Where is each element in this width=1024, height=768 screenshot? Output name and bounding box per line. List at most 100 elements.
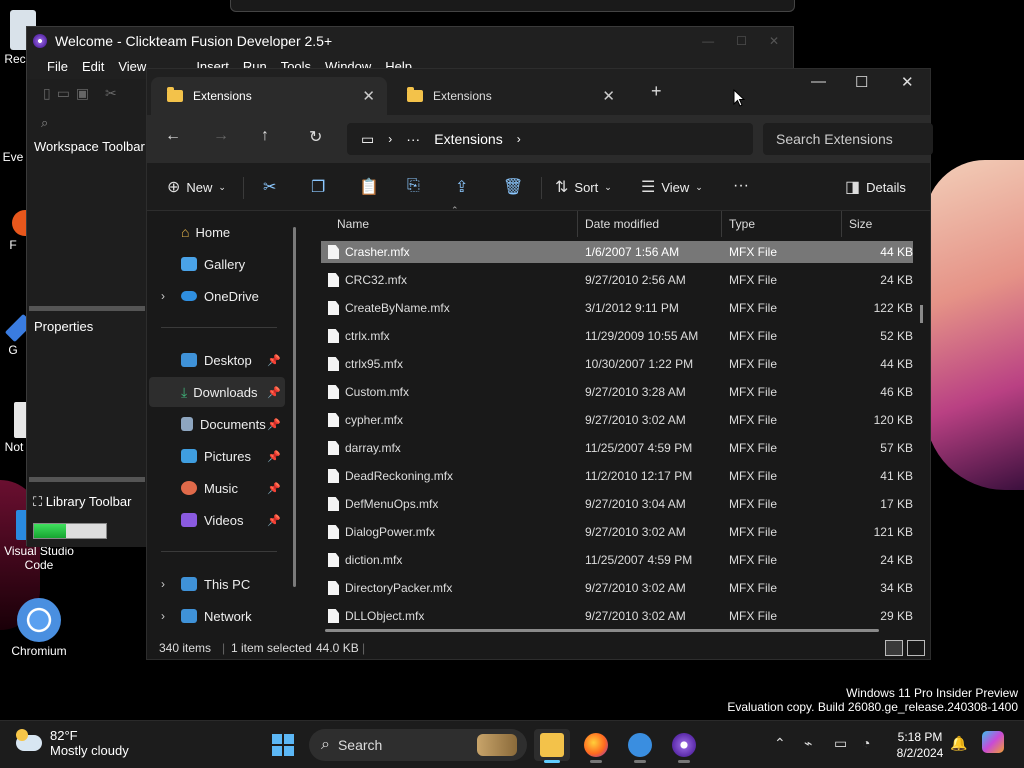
tiles-view-icon[interactable] bbox=[907, 640, 925, 656]
view-button[interactable]: ☰ View ⌄ bbox=[641, 177, 703, 197]
close-icon[interactable]: ✕ bbox=[901, 73, 914, 91]
desktop-icon-g[interactable]: G bbox=[0, 313, 34, 357]
nav-item-home[interactable]: ⌂ Home bbox=[149, 217, 285, 247]
desktop-icon-eve[interactable]: Eve bbox=[0, 150, 26, 164]
nav-item-videos[interactable]: Videos 📌 bbox=[149, 505, 285, 535]
file-row[interactable]: ctrlx95.mfx 10/30/2007 1:22 PM MFX File 44 … bbox=[321, 353, 913, 375]
pin-icon[interactable]: 📌 bbox=[267, 386, 281, 399]
menu-file[interactable]: File bbox=[47, 59, 68, 74]
panel-splitter[interactable] bbox=[29, 306, 145, 311]
notification-bell-icon[interactable]: 🔔 bbox=[950, 735, 967, 752]
list-scrollbar[interactable] bbox=[920, 305, 923, 323]
desktop-icon-chromium[interactable]: Chromium bbox=[4, 598, 74, 658]
nav-item-documents[interactable]: Documents 📌 bbox=[149, 409, 285, 439]
close-tab-icon[interactable]: ✕ bbox=[602, 87, 615, 105]
file-row[interactable]: Crasher.mfx 1/6/2007 1:56 AM MFX File 44 KB bbox=[321, 241, 913, 263]
nav-item-pictures[interactable]: Pictures 📌 bbox=[149, 441, 285, 471]
show-hidden-icons-icon[interactable]: ⌃ bbox=[774, 735, 786, 752]
file-row[interactable]: darray.mfx 11/25/2007 4:59 PM MFX File 57 K… bbox=[321, 437, 913, 459]
column-size[interactable]: Size bbox=[849, 217, 872, 231]
menu-view[interactable]: View bbox=[118, 59, 146, 74]
forward-icon[interactable]: → bbox=[213, 127, 229, 145]
column-date[interactable]: Date modified bbox=[585, 217, 659, 231]
pin-icon[interactable]: 📌 bbox=[267, 418, 281, 431]
clock[interactable]: 5:18 PM 8/2/2024 bbox=[890, 729, 950, 761]
nav-item-onedrive[interactable]: › OneDrive bbox=[149, 281, 285, 311]
file-row[interactable]: Custom.mfx 9/27/2010 3:28 AM MFX File 46 KB bbox=[321, 381, 913, 403]
close-icon[interactable]: ✕ bbox=[769, 34, 779, 48]
minimize-icon[interactable]: — bbox=[811, 73, 826, 90]
file-row[interactable]: DialogPower.mfx 9/27/2010 3:02 AM MFX File… bbox=[321, 521, 913, 543]
maximize-icon[interactable]: ☐ bbox=[736, 34, 747, 48]
taskbar-file-explorer[interactable] bbox=[534, 729, 570, 763]
tab-extensions-inactive[interactable]: Extensions ✕ bbox=[391, 77, 627, 115]
file-row[interactable]: diction.mfx 11/25/2007 4:59 PM MFX File 24 … bbox=[321, 549, 913, 571]
chevron-right-icon[interactable]: › bbox=[161, 577, 165, 591]
cut-icon[interactable]: ✂ bbox=[263, 177, 276, 197]
network-tray-icon[interactable]: ⌁ bbox=[804, 735, 812, 752]
up-icon[interactable]: ↑ bbox=[261, 127, 269, 145]
nav-item-desktop[interactable]: Desktop 📌 bbox=[149, 345, 285, 375]
search-icon[interactable]: ⌕ bbox=[41, 115, 48, 131]
delete-icon[interactable]: 🗑 bbox=[503, 177, 523, 197]
details-view-icon[interactable] bbox=[885, 640, 903, 656]
column-divider[interactable] bbox=[577, 211, 578, 237]
rename-icon[interactable]: ⎘ bbox=[407, 177, 420, 195]
file-row[interactable]: cypher.mfx 9/27/2010 3:02 AM MFX File 120 K… bbox=[321, 409, 913, 431]
more-options-button[interactable]: ··· bbox=[733, 177, 749, 195]
desktop-icon-not[interactable]: Not bbox=[0, 402, 28, 454]
copy-icon[interactable]: ❐ bbox=[311, 177, 325, 197]
file-row[interactable]: ctrlx.mfx 11/29/2009 10:55 AM MFX File 52 K… bbox=[321, 325, 913, 347]
paste-icon[interactable]: 📋 bbox=[359, 177, 379, 197]
nav-item-network[interactable]: › Network bbox=[149, 601, 285, 631]
back-icon[interactable]: ← bbox=[165, 127, 181, 145]
file-row[interactable]: CRC32.mfx 9/27/2010 2:56 AM MFX File 24 KB bbox=[321, 269, 913, 291]
pin-icon[interactable]: 📌 bbox=[267, 482, 281, 495]
panel-splitter[interactable] bbox=[29, 477, 145, 482]
volume-tray-icon[interactable]: ◔ bbox=[862, 735, 870, 751]
refresh-icon[interactable]: ↻ bbox=[309, 127, 322, 147]
search-input[interactable]: Search Extensions bbox=[763, 123, 933, 155]
taskbar-qbittorrent[interactable] bbox=[622, 729, 658, 763]
file-row[interactable]: DirectoryPacker.mfx 9/27/2010 3:02 AM MFX … bbox=[321, 577, 913, 599]
breadcrumb-extensions[interactable]: Extensions bbox=[434, 131, 502, 147]
new-tab-button[interactable]: + bbox=[651, 81, 662, 102]
nav-item-this-pc[interactable]: › This PC bbox=[149, 569, 285, 599]
chevron-right-icon[interactable]: › bbox=[161, 289, 165, 303]
chevron-right-icon[interactable]: › bbox=[161, 609, 165, 623]
nav-item-downloads[interactable]: ⤓ Downloads 📌 bbox=[149, 377, 285, 407]
column-divider[interactable] bbox=[721, 211, 722, 237]
sort-button[interactable]: ⇅ Sort ⌄ bbox=[555, 177, 612, 197]
pin-icon[interactable]: 📌 bbox=[267, 450, 281, 463]
new-button[interactable]: ⊕ New ⌄ bbox=[167, 177, 226, 197]
desktop-icon-f[interactable]: F bbox=[0, 210, 26, 252]
minimize-icon[interactable]: — bbox=[702, 34, 714, 48]
pin-icon[interactable]: 📌 bbox=[267, 514, 281, 527]
column-name[interactable]: Name bbox=[337, 217, 369, 231]
share-icon[interactable]: ⇪ bbox=[455, 177, 468, 197]
display-tray-icon[interactable]: ▭ bbox=[834, 735, 847, 752]
file-row[interactable]: DLLObject.mfx 9/27/2010 3:02 AM MFX File 29… bbox=[321, 605, 913, 627]
pin-icon[interactable]: 📌 bbox=[267, 354, 281, 367]
nav-item-music[interactable]: Music 📌 bbox=[149, 473, 285, 503]
nav-item-gallery[interactable]: Gallery bbox=[149, 249, 285, 279]
column-divider[interactable] bbox=[841, 211, 842, 237]
close-tab-icon[interactable]: ✕ bbox=[362, 87, 375, 105]
column-type[interactable]: Type bbox=[729, 217, 755, 231]
menu-edit[interactable]: Edit bbox=[82, 59, 104, 74]
taskbar-clickteam[interactable] bbox=[666, 729, 702, 763]
tab-extensions-active[interactable]: Extensions ✕ bbox=[151, 77, 387, 115]
horizontal-scrollbar[interactable] bbox=[325, 629, 879, 632]
start-button[interactable] bbox=[272, 734, 294, 756]
file-row[interactable]: DefMenuOps.mfx 9/27/2010 3:04 AM MFX File 1… bbox=[321, 493, 913, 515]
file-row[interactable]: CreateByName.mfx 3/1/2012 9:11 PM MFX File… bbox=[321, 297, 913, 319]
copilot-icon[interactable] bbox=[982, 731, 1004, 753]
details-button[interactable]: ◨ Details bbox=[845, 177, 906, 197]
address-bar[interactable]: ▭ › ··· Extensions › bbox=[347, 123, 753, 155]
weather-widget[interactable]: 82°F Mostly cloudy bbox=[16, 728, 129, 758]
taskbar-firefox[interactable] bbox=[578, 729, 614, 763]
breadcrumb-overflow[interactable]: ··· bbox=[406, 131, 420, 147]
file-row[interactable]: DeadReckoning.mfx 11/2/2010 12:17 PM MFX F… bbox=[321, 465, 913, 487]
maximize-icon[interactable]: ☐ bbox=[855, 73, 868, 91]
taskbar-search[interactable]: ⌕ Search bbox=[309, 729, 527, 761]
